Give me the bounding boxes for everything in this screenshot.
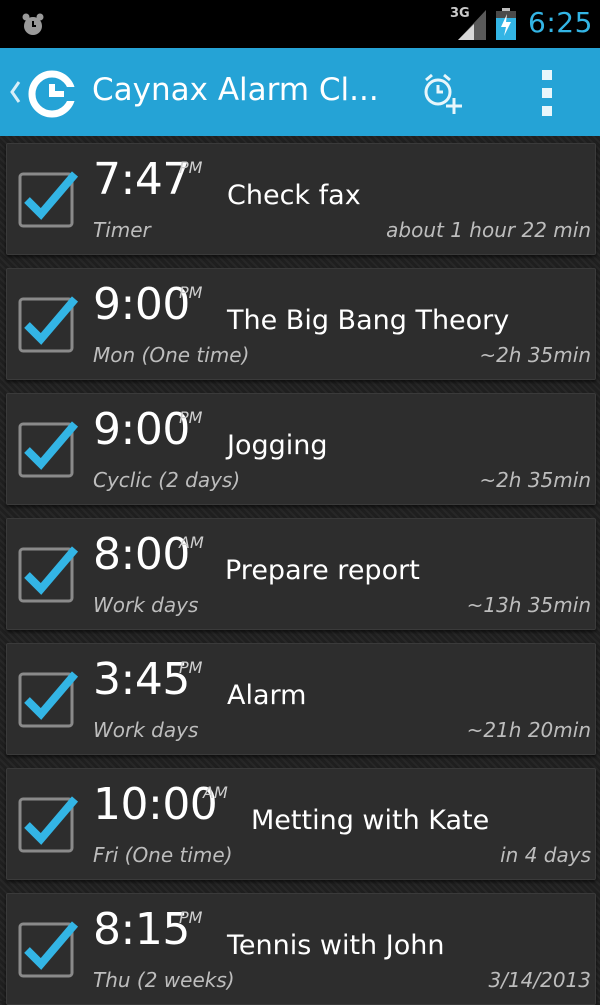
alarm-ampm: PM	[179, 658, 203, 677]
status-bar: 3G 6:25	[0, 0, 600, 48]
overflow-menu-icon[interactable]	[530, 70, 564, 116]
alarm-enabled-checkbox[interactable]	[17, 666, 81, 730]
alarm-enabled-checkbox[interactable]	[17, 541, 81, 605]
alarm-item[interactable]: 9:00 PM The Big Bang Theory Mon (One tim…	[6, 268, 596, 380]
action-bar: Caynax Alarm Cl...	[0, 48, 600, 136]
alarm-item[interactable]: 9:00 PM Jogging Cyclic (2 days) ~2h 35mi…	[6, 393, 596, 505]
alarm-remaining: ~21h 20min	[466, 718, 591, 742]
alarm-remaining: ~13h 35min	[466, 593, 591, 617]
alarm-label: The Big Bang Theory	[227, 305, 510, 336]
alarm-schedule: Work days	[93, 718, 199, 742]
alarm-remaining: in 4 days	[500, 843, 591, 867]
status-clock: 6:25	[528, 6, 593, 39]
alarm-ampm: PM	[179, 283, 203, 302]
add-alarm-icon[interactable]	[418, 68, 466, 116]
alarm-schedule: Thu (2 weeks)	[93, 968, 235, 992]
alarm-label: Alarm	[227, 680, 307, 711]
alarm-schedule: Fri (One time)	[93, 843, 233, 867]
alarm-item[interactable]: 3:45 PM Alarm Work days ~21h 20min	[6, 643, 596, 755]
alarm-schedule: Mon (One time)	[93, 343, 250, 367]
alarm-enabled-checkbox[interactable]	[17, 791, 81, 855]
alarm-time: 10:00	[93, 779, 218, 830]
alarm-schedule: Work days	[93, 593, 199, 617]
alarm-label: Jogging	[227, 430, 328, 461]
alarm-ampm: PM	[179, 908, 203, 927]
alarm-remaining: about 1 hour 22 min	[386, 218, 591, 242]
alarm-remaining: ~2h 35min	[479, 343, 591, 367]
alarm-time: 3:45	[93, 654, 190, 705]
up-caret-icon[interactable]	[8, 78, 22, 106]
alarm-time: 9:00	[93, 279, 190, 330]
alarm-ampm: PM	[179, 158, 203, 177]
alarm-icon	[22, 13, 44, 35]
alarm-ampm: PM	[179, 408, 203, 427]
app-title: Caynax Alarm Cl...	[92, 72, 379, 108]
alarm-schedule: Cyclic (2 days)	[93, 468, 241, 492]
alarm-item[interactable]: 10:00 AM Metting with Kate Fri (One time…	[6, 768, 596, 880]
alarm-label: Prepare report	[225, 555, 420, 586]
alarm-item[interactable]: 8:15 PM Tennis with John Thu (2 weeks) 3…	[6, 893, 596, 1005]
alarm-item[interactable]: 8:00 AM Prepare report Work days ~13h 35…	[6, 518, 596, 630]
alarm-ampm: AM	[179, 533, 204, 552]
alarm-label: Check fax	[227, 180, 361, 211]
alarm-label: Tennis with John	[227, 930, 445, 961]
signal-icon	[458, 10, 486, 40]
alarm-remaining: ~2h 35min	[479, 468, 591, 492]
alarm-time: 8:00	[93, 529, 190, 580]
alarm-label: Metting with Kate	[251, 805, 490, 836]
alarm-time: 7:47	[93, 154, 190, 205]
caynax-logo-icon[interactable]	[28, 70, 76, 118]
alarm-remaining: 3/14/2013	[488, 968, 591, 992]
alarm-enabled-checkbox[interactable]	[17, 916, 81, 980]
alarm-enabled-checkbox[interactable]	[17, 416, 81, 480]
alarm-time: 8:15	[93, 904, 190, 955]
alarm-enabled-checkbox[interactable]	[17, 166, 81, 230]
alarm-schedule: Timer	[93, 218, 151, 242]
battery-charging-icon	[496, 8, 516, 40]
alarm-enabled-checkbox[interactable]	[17, 291, 81, 355]
alarm-item[interactable]: 7:47 PM Check fax Timer about 1 hour 22 …	[6, 143, 596, 255]
alarm-time: 9:00	[93, 404, 190, 455]
alarm-ampm: AM	[203, 783, 228, 802]
